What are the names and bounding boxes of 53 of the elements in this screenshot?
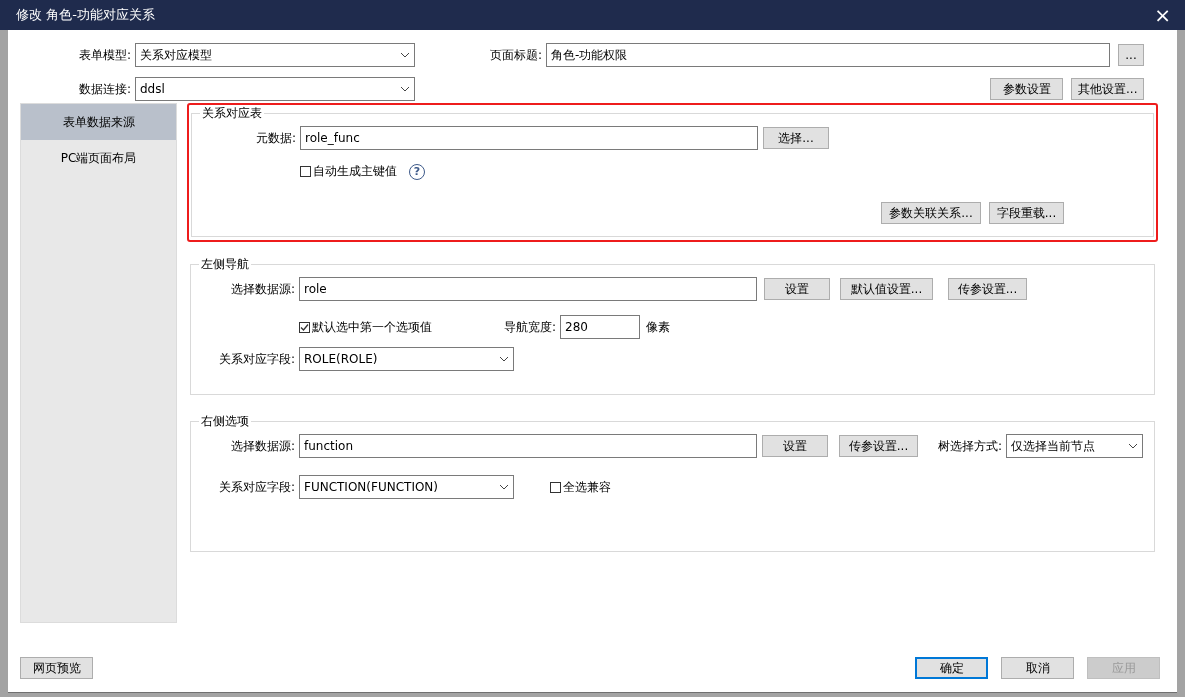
dropdown[interactable]: 仅选择当前节点 xyxy=(1006,434,1143,458)
field-label: 表单模型: xyxy=(77,46,132,64)
browse-button[interactable]: ... xyxy=(1118,44,1144,66)
field-label: 页面标题: xyxy=(488,46,543,64)
checkbox-label: 全选兼容 xyxy=(563,478,611,496)
caret-icon xyxy=(499,484,509,490)
button[interactable]: 设置 xyxy=(764,278,830,300)
button[interactable]: 字段重载... xyxy=(989,202,1064,224)
field-label: 导航宽度: xyxy=(502,318,557,336)
button[interactable]: 设置 xyxy=(762,435,828,457)
dropdown[interactable]: FUNCTION(FUNCTION) xyxy=(299,475,514,499)
button[interactable]: 默认值设置... xyxy=(840,278,933,300)
button[interactable]: 确定 xyxy=(915,657,988,679)
nav-width-field[interactable]: 280 xyxy=(560,315,640,339)
caret-icon xyxy=(499,356,509,362)
checkbox[interactable] xyxy=(299,321,310,333)
checkbox-label: 默认选中第一个选项值 xyxy=(312,318,432,336)
close-button[interactable]: × xyxy=(1150,5,1175,25)
caret-icon xyxy=(400,86,410,92)
button[interactable]: 传参设置... xyxy=(948,278,1027,300)
field-label: 关系对应字段: xyxy=(217,478,296,496)
button[interactable]: 参数关联关系... xyxy=(881,202,981,224)
caret-icon xyxy=(1128,443,1138,449)
group-title: 右侧选项 xyxy=(200,413,250,430)
dropdown[interactable]: ddsl xyxy=(135,77,415,101)
caret-icon xyxy=(400,52,410,58)
unit-label: 像素 xyxy=(646,318,670,336)
group-title: 关系对应表 xyxy=(201,105,263,122)
window-title: 修改 角色-功能对应关系 xyxy=(16,6,155,24)
field-label: 树选择方式: xyxy=(936,437,1003,455)
field-label: 选择数据源: xyxy=(229,437,296,455)
group-title: 左侧导航 xyxy=(200,256,250,273)
field-label: 元数据: xyxy=(254,129,297,147)
dropdown[interactable]: ROLE(ROLE) xyxy=(299,347,514,371)
checkbox-label: 自动生成主键值 xyxy=(313,163,397,180)
dropdown[interactable]: 关系对应模型 xyxy=(135,43,415,67)
button[interactable]: 网页预览 xyxy=(20,657,93,679)
button[interactable]: 传参设置... xyxy=(839,435,918,457)
sidebar-item[interactable]: PC端页面布局 xyxy=(21,140,176,176)
field-label: 关系对应字段: xyxy=(217,350,296,368)
sidebar-item[interactable]: 表单数据来源 xyxy=(21,104,176,140)
button[interactable]: 其他设置... xyxy=(1071,78,1144,100)
button[interactable]: 取消 xyxy=(1001,657,1074,679)
button[interactable]: 选择... xyxy=(763,127,829,149)
page-title-field[interactable]: 角色-功能权限 xyxy=(546,43,1110,67)
field-label: 数据连接: xyxy=(77,80,132,98)
data-source-field[interactable]: function xyxy=(299,434,757,458)
checkbox[interactable] xyxy=(300,166,311,177)
data-source-field[interactable]: role xyxy=(299,277,757,301)
button[interactable]: 参数设置 xyxy=(990,78,1063,100)
metadata-field[interactable]: role_func xyxy=(300,126,758,150)
checkbox[interactable] xyxy=(550,481,561,493)
field-label: 选择数据源: xyxy=(229,280,296,298)
